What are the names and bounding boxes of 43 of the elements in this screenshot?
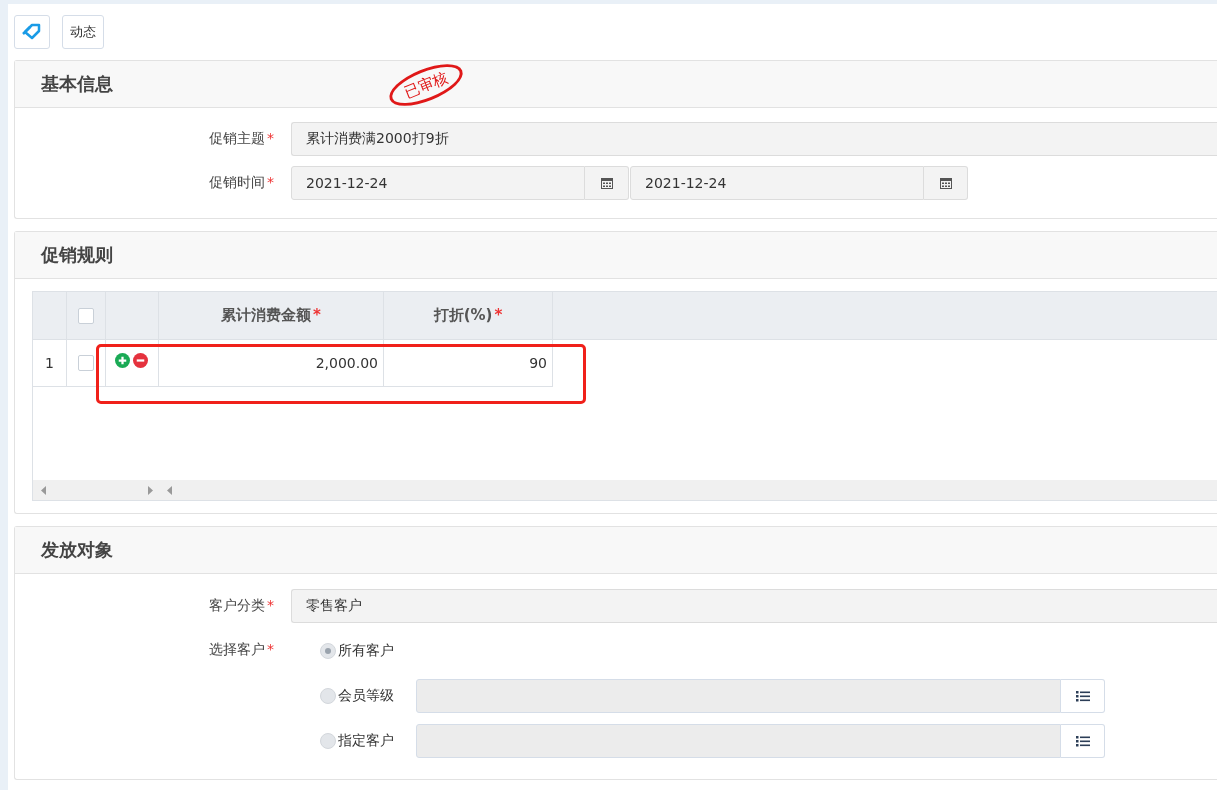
row-number: 1 [45, 355, 54, 371]
add-icon[interactable] [115, 353, 130, 368]
radio-button[interactable] [320, 688, 336, 704]
radio-label[interactable]: 所有客户 [338, 642, 416, 660]
amount-cell: 2,000.00 [315, 355, 378, 371]
radio-label[interactable]: 指定客户 [338, 732, 416, 750]
calendar-icon [600, 177, 613, 189]
subject-field[interactable]: 累计消费满2000打9折 [291, 122, 1217, 156]
scroll-left-icon[interactable] [167, 486, 173, 495]
picker-field[interactable] [416, 679, 1061, 713]
list-button[interactable] [1061, 679, 1105, 713]
checkbox[interactable] [78, 307, 94, 324]
field-label: 选择客户* [208, 641, 275, 659]
radio-button[interactable] [320, 733, 336, 749]
list-icon [1075, 735, 1090, 747]
calendar-button[interactable] [924, 166, 968, 200]
panel-title: 发放对象 [41, 538, 113, 562]
scroll-right-icon[interactable] [147, 486, 153, 495]
field-label: 客户分类* [208, 597, 275, 615]
column-header: 累计消费金额* [221, 306, 321, 325]
activity-button[interactable]: 动态 [62, 15, 104, 49]
discount-cell: 90 [529, 355, 547, 371]
picker-field[interactable] [416, 724, 1061, 758]
scroll-left-icon[interactable] [41, 486, 47, 495]
customer-category-field[interactable]: 零售客户 [291, 589, 1217, 623]
panel-title: 基本信息 [41, 72, 113, 96]
calendar-button[interactable] [585, 166, 629, 200]
tag-button[interactable] [14, 15, 50, 49]
panel-title: 促销规则 [41, 243, 113, 267]
field-label: 促销时间* [208, 174, 275, 192]
end-date-field[interactable]: 2021-12-24 [630, 166, 924, 200]
radio-button[interactable] [320, 643, 336, 659]
list-icon [1075, 690, 1090, 702]
start-date-field[interactable]: 2021-12-24 [291, 166, 585, 200]
horizontal-scrollbar[interactable] [33, 480, 1217, 500]
list-button[interactable] [1061, 724, 1105, 758]
field-label: 促销主题* [208, 130, 275, 148]
radio-label[interactable]: 会员等级 [338, 687, 416, 705]
tag-icon [22, 23, 42, 41]
column-header: 打折(%)* [433, 306, 503, 325]
checkbox[interactable] [78, 355, 94, 371]
remove-icon[interactable] [133, 353, 148, 368]
calendar-icon [939, 177, 952, 189]
